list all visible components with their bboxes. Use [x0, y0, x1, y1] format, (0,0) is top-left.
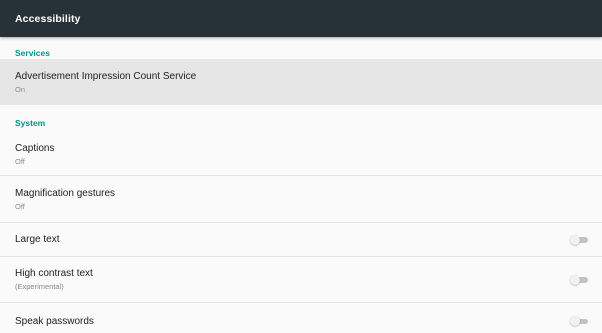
pref-title: Advertisement Impression Count Service: [15, 70, 197, 82]
page-title: Accessibility: [15, 12, 81, 25]
pref-captions[interactable]: Captions Off: [0, 133, 602, 176]
toggle-thumb: [570, 234, 580, 245]
pref-high-contrast-text[interactable]: High contrast text (Experimental): [0, 257, 602, 303]
section-header-services: Services: [15, 48, 50, 58]
pref-title: High contrast text: [15, 268, 93, 279]
pref-summary: On: [15, 84, 26, 94]
pref-speak-passwords[interactable]: Speak passwords: [0, 303, 602, 333]
pref-large-text[interactable]: Large text: [0, 223, 602, 257]
pref-summary: Off: [15, 201, 25, 211]
pref-summary: (Experimental): [15, 282, 64, 291]
toggle-thumb: [570, 316, 580, 326]
pref-title: Captions: [15, 142, 55, 154]
pref-title: Large text: [15, 234, 60, 245]
section-header-system: System: [15, 118, 46, 128]
pref-summary: Off: [15, 156, 25, 166]
pref-advertisement-impression-count-service[interactable]: Advertisement Impression Count Service O…: [0, 59, 602, 105]
large-text-toggle[interactable]: [570, 234, 589, 245]
toggle-thumb: [570, 274, 580, 285]
pref-title: Magnification gestures: [15, 187, 116, 199]
high-contrast-text-toggle[interactable]: [570, 274, 589, 285]
accessibility-settings-screen: Accessibility Services Advertisement Imp…: [0, 0, 602, 333]
action-bar: Accessibility: [0, 0, 602, 37]
pref-magnification-gestures[interactable]: Magnification gestures Off: [0, 176, 602, 223]
speak-passwords-toggle[interactable]: [570, 316, 589, 326]
pref-title: Speak passwords: [15, 315, 94, 327]
